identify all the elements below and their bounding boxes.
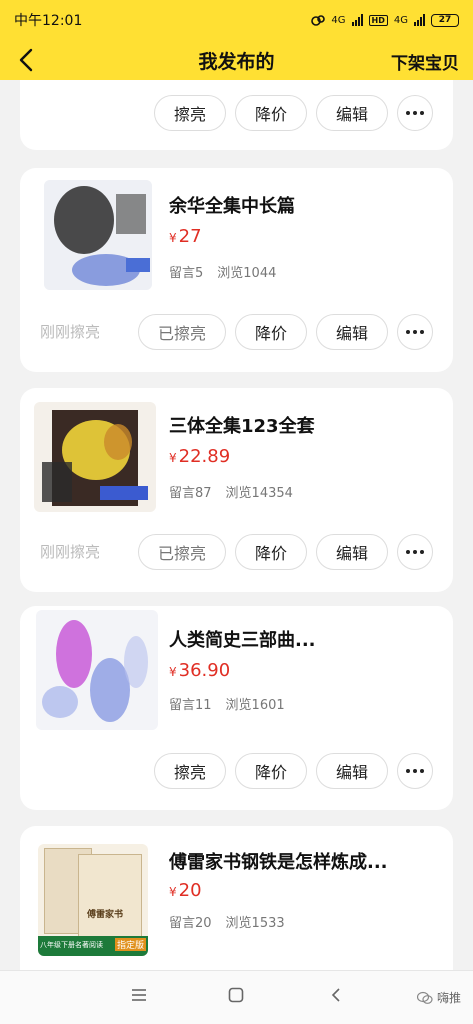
product-stats: 留言5 浏览1044 [169, 262, 276, 281]
product-price: ¥20 [169, 880, 202, 901]
back-nav-icon[interactable] [330, 987, 342, 1003]
card-actions: 擦亮 降价 编辑 [20, 753, 453, 789]
product-title[interactable]: 余华全集中长篇 [169, 192, 429, 218]
product-price: ¥22.89 [169, 446, 230, 467]
wechat-icon [416, 991, 433, 1004]
status-bar: 中午12:01 4G HD 4G 27 [0, 0, 473, 40]
edit-button[interactable]: 编辑 [316, 753, 388, 789]
status-time: 中午12:01 [14, 13, 83, 29]
product-price: ¥36.90 [169, 660, 230, 681]
view-count: 浏览14354 [225, 486, 293, 501]
edit-button[interactable]: 编辑 [316, 314, 388, 350]
view-count: 浏览1533 [225, 916, 285, 931]
listing-card[interactable]: 三体全集123全套 ¥22.89 留言87 浏览14354 刚刚擦亮 已擦亮 降… [20, 388, 453, 592]
comment-count: 留言20 [169, 916, 212, 931]
link-icon [311, 15, 326, 26]
more-icon[interactable] [397, 753, 433, 789]
comment-count: 留言11 [169, 698, 212, 713]
edit-button[interactable]: 编辑 [316, 534, 388, 570]
system-navigation-bar: 嗨推 [0, 970, 473, 1024]
product-thumbnail[interactable] [44, 180, 152, 290]
product-title[interactable]: 三体全集123全套 [169, 412, 429, 438]
more-icon[interactable] [397, 95, 433, 131]
polish-button[interactable]: 擦亮 [154, 753, 226, 789]
hd-icon: HD [368, 14, 388, 26]
listing-card[interactable]: 人类简史三部曲... ¥36.90 留言11 浏览1601 擦亮 降价 编辑 [20, 606, 453, 810]
page-title: 我发布的 [198, 50, 275, 73]
watermark: 嗨推 [416, 989, 461, 1006]
currency-symbol: ¥ [169, 231, 177, 245]
status-icons: 4G HD 4G 27 [311, 13, 459, 27]
book-grade-label: 八年级下册名著阅读 [40, 941, 103, 949]
back-icon[interactable] [14, 46, 42, 74]
watermark-text: 嗨推 [436, 991, 461, 1005]
currency-symbol: ¥ [169, 885, 177, 899]
signal-icon-2 [414, 14, 425, 26]
product-thumbnail[interactable] [34, 402, 156, 512]
view-count: 浏览1044 [217, 266, 277, 281]
currency-symbol: ¥ [169, 451, 177, 465]
comment-count: 留言5 [169, 266, 204, 281]
reduce-price-button[interactable]: 降价 [235, 314, 307, 350]
product-stats: 留言87 浏览14354 [169, 482, 293, 501]
product-stats: 留言20 浏览1533 [169, 912, 285, 931]
listing-card[interactable]: 余华全集中长篇 ¥27 留言5 浏览1044 刚刚擦亮 已擦亮 降价 编辑 [20, 168, 453, 372]
comment-count: 留言87 [169, 486, 212, 501]
polish-button[interactable]: 擦亮 [154, 95, 226, 131]
battery-icon: 27 [431, 13, 459, 27]
card-actions: 已擦亮 降价 编辑 [20, 534, 453, 570]
currency-symbol: ¥ [169, 665, 177, 679]
polished-button[interactable]: 已擦亮 [138, 534, 226, 570]
price-value: 36.90 [178, 660, 231, 681]
product-title[interactable]: 人类简史三部曲... [169, 626, 429, 652]
price-value: 27 [178, 226, 202, 247]
reduce-price-button[interactable]: 降价 [235, 95, 307, 131]
delist-button[interactable]: 下架宝贝 [391, 49, 459, 74]
edit-button[interactable]: 编辑 [316, 95, 388, 131]
polished-button[interactable]: 已擦亮 [138, 314, 226, 350]
listing-card: 擦亮 降价 编辑 [20, 80, 453, 150]
card-actions: 已擦亮 降价 编辑 [20, 314, 453, 350]
more-icon[interactable] [397, 314, 433, 350]
product-stats: 留言11 浏览1601 [169, 694, 285, 713]
book-title-label: 傅雷家书 [87, 910, 124, 920]
network-label-2: 4G [393, 14, 408, 26]
card-actions: 擦亮 降价 编辑 [20, 95, 453, 131]
product-thumbnail[interactable]: 傅雷家书 八年级下册名著阅读 指定版 [38, 844, 148, 956]
network-label-1: 4G [331, 14, 346, 26]
product-price: ¥27 [169, 226, 202, 247]
reduce-price-button[interactable]: 降价 [235, 534, 307, 570]
book-badge-label: 指定版 [114, 938, 146, 951]
top-bar: 中午12:01 4G HD 4G 27 我发布的 下架宝贝 [0, 0, 473, 80]
product-title[interactable]: 傅雷家书钢铁是怎样炼成... [169, 848, 429, 874]
book-banner: 八年级下册名著阅读 指定版 [38, 936, 148, 956]
menu-icon[interactable] [130, 987, 148, 1003]
price-value: 22.89 [178, 446, 231, 467]
signal-icon [351, 14, 363, 26]
view-count: 浏览1601 [225, 698, 285, 713]
price-value: 20 [178, 880, 202, 901]
more-icon[interactable] [397, 534, 433, 570]
home-icon[interactable] [228, 987, 244, 1003]
reduce-price-button[interactable]: 降价 [235, 753, 307, 789]
nav-bar: 我发布的 下架宝贝 [0, 40, 473, 80]
book-cover-front: 傅雷家书 [78, 854, 142, 940]
listing-card[interactable]: 傅雷家书 八年级下册名著阅读 指定版 傅雷家书钢铁是怎样炼成... ¥20 留言… [20, 826, 453, 976]
product-thumbnail[interactable] [36, 610, 158, 730]
